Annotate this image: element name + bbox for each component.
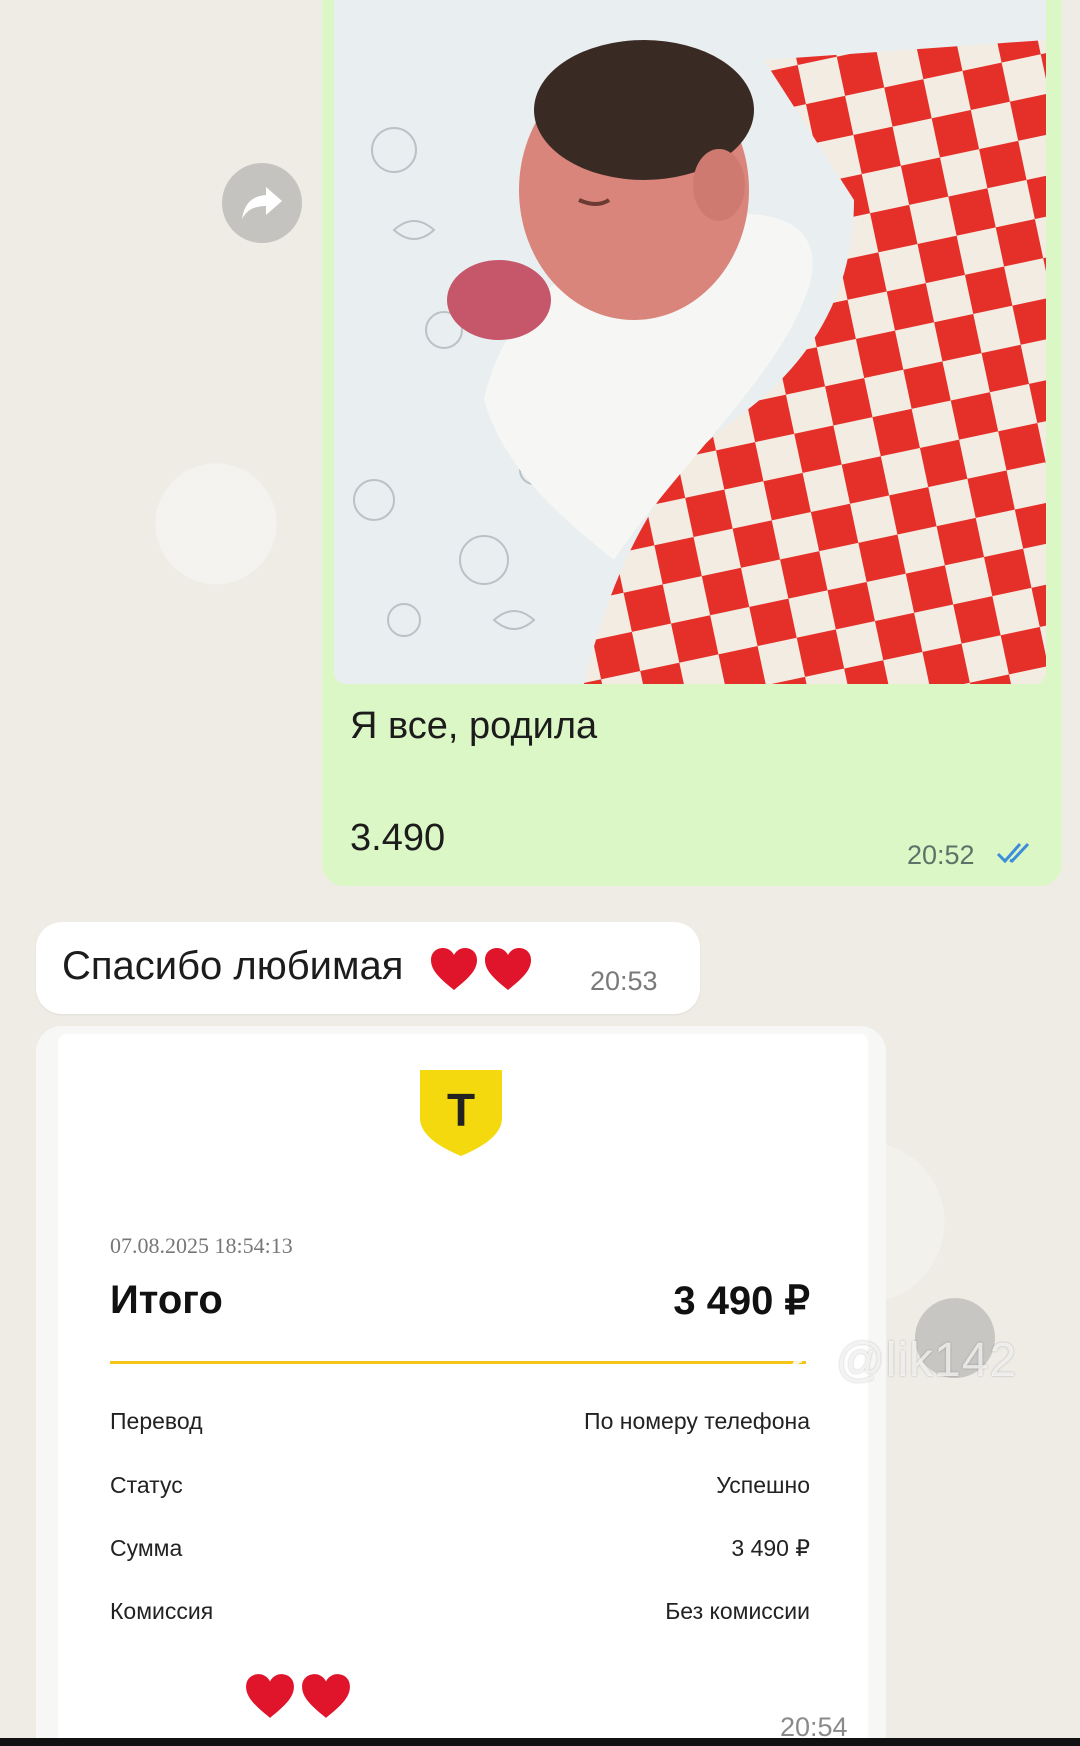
incoming-message-bubble[interactable]: Спасибо любимая 20:53 [36, 922, 700, 1014]
newborn-photo[interactable] [334, 0, 1046, 684]
heart-emoji-icon [302, 1674, 350, 1718]
receipt-divider [110, 1361, 806, 1364]
receipt-row-label: Перевод [110, 1408, 203, 1434]
receipt-row-label: Сумма [110, 1535, 183, 1561]
receipt-row-label: Статус [110, 1472, 183, 1498]
receipt-row-value: 3 490 ₽ [731, 1535, 810, 1561]
tiktok-icon [791, 1339, 825, 1379]
receipt-date: 07.08.2025 18:54:13 [110, 1233, 293, 1258]
bank-logo-letter: Т [447, 1084, 475, 1136]
forward-button[interactable] [222, 163, 302, 243]
double-check-icon [996, 842, 1030, 864]
heart-emoji-group [429, 945, 537, 992]
incoming-message-row: Спасибо любимая [62, 944, 537, 992]
tiktok-watermark: @lik142 [790, 1330, 1017, 1390]
bottom-edge-bar [0, 1738, 1080, 1746]
photo-caption: Я все, родила [350, 705, 598, 747]
share-arrow-icon [242, 187, 282, 219]
receipt-heart-emoji-group [244, 1672, 356, 1720]
heart-emoji-icon [430, 948, 477, 991]
bank-logo-icon: Т [420, 1070, 502, 1156]
outgoing-message-time: 20:52 [907, 840, 975, 870]
heart-emoji-icon [484, 948, 531, 991]
receipt-row-value: Без комиссии [665, 1598, 810, 1624]
incoming-message-time: 20:53 [590, 966, 658, 996]
message-amount-text: 3.490 [350, 817, 446, 859]
watermark-text: @lik142 [836, 1333, 1018, 1387]
receipt-row-value: По номеру телефона [584, 1408, 810, 1434]
receipt-row-label: Комиссия [110, 1598, 214, 1624]
receipt-total-value: 3 490 ₽ [673, 1279, 810, 1323]
incoming-message-text: Спасибо любимая [62, 944, 404, 988]
heart-emoji-icon [246, 1674, 294, 1718]
receipt-row-value: Успешно [716, 1472, 810, 1498]
receipt-total-label: Итого [110, 1278, 223, 1322]
